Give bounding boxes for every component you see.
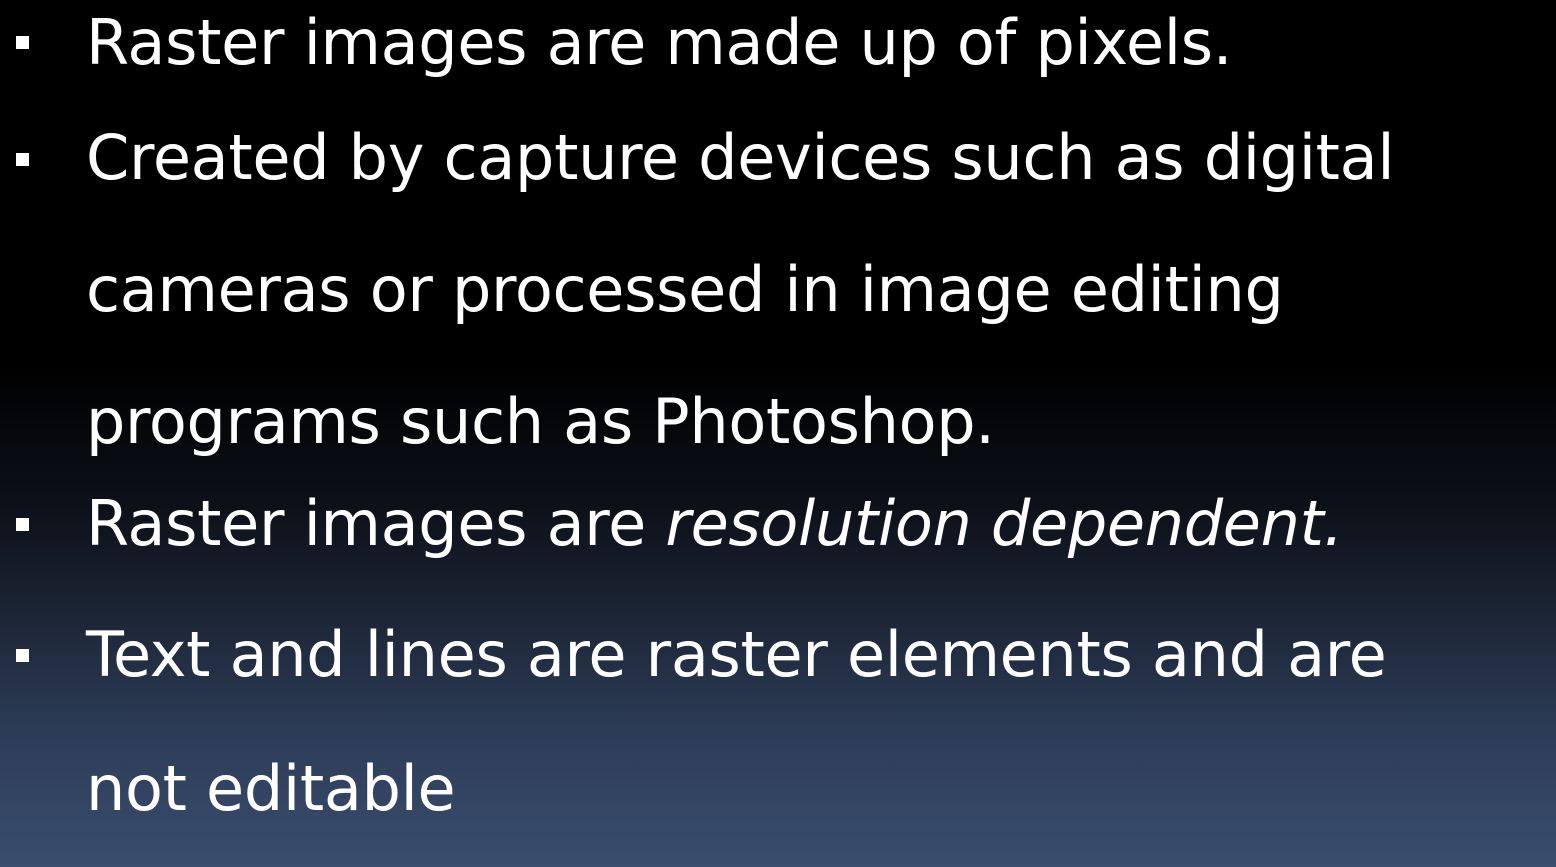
bullet-text-italic: resolution dependent. — [665, 487, 1344, 560]
square-bullet-icon — [16, 36, 29, 49]
slide: Raster images are made up of pixels. Cre… — [0, 0, 1556, 867]
bullet-text-line: not editable — [86, 752, 456, 825]
bullet-text-line: Raster images are made up of pixels. — [86, 6, 1233, 79]
square-bullet-icon — [16, 649, 29, 662]
square-bullet-icon — [16, 518, 29, 531]
bullet-item-text-lines: Text and lines are raster elements and a… — [0, 588, 1556, 858]
bullet-item-capture-devices: Created by capture devices such as digit… — [0, 92, 1556, 463]
bullet-item-resolution: Raster images are resolution dependent. — [0, 456, 1556, 596]
bullet-text-normal: Raster images are — [86, 487, 666, 560]
bullet-list: Raster images are made up of pixels. Cre… — [0, 0, 1556, 858]
square-bullet-icon — [16, 153, 29, 166]
bullet-text-line: Created by capture devices such as digit… — [86, 121, 1395, 194]
bullet-text-line: cameras or processed in image editing — [86, 253, 1284, 326]
bullet-text-line: Raster images are resolution dependent. — [86, 456, 1556, 592]
bullet-item-pixels: Raster images are made up of pixels. — [0, 0, 1556, 102]
bullet-text-line: Text and lines are raster elements and a… — [86, 618, 1387, 691]
